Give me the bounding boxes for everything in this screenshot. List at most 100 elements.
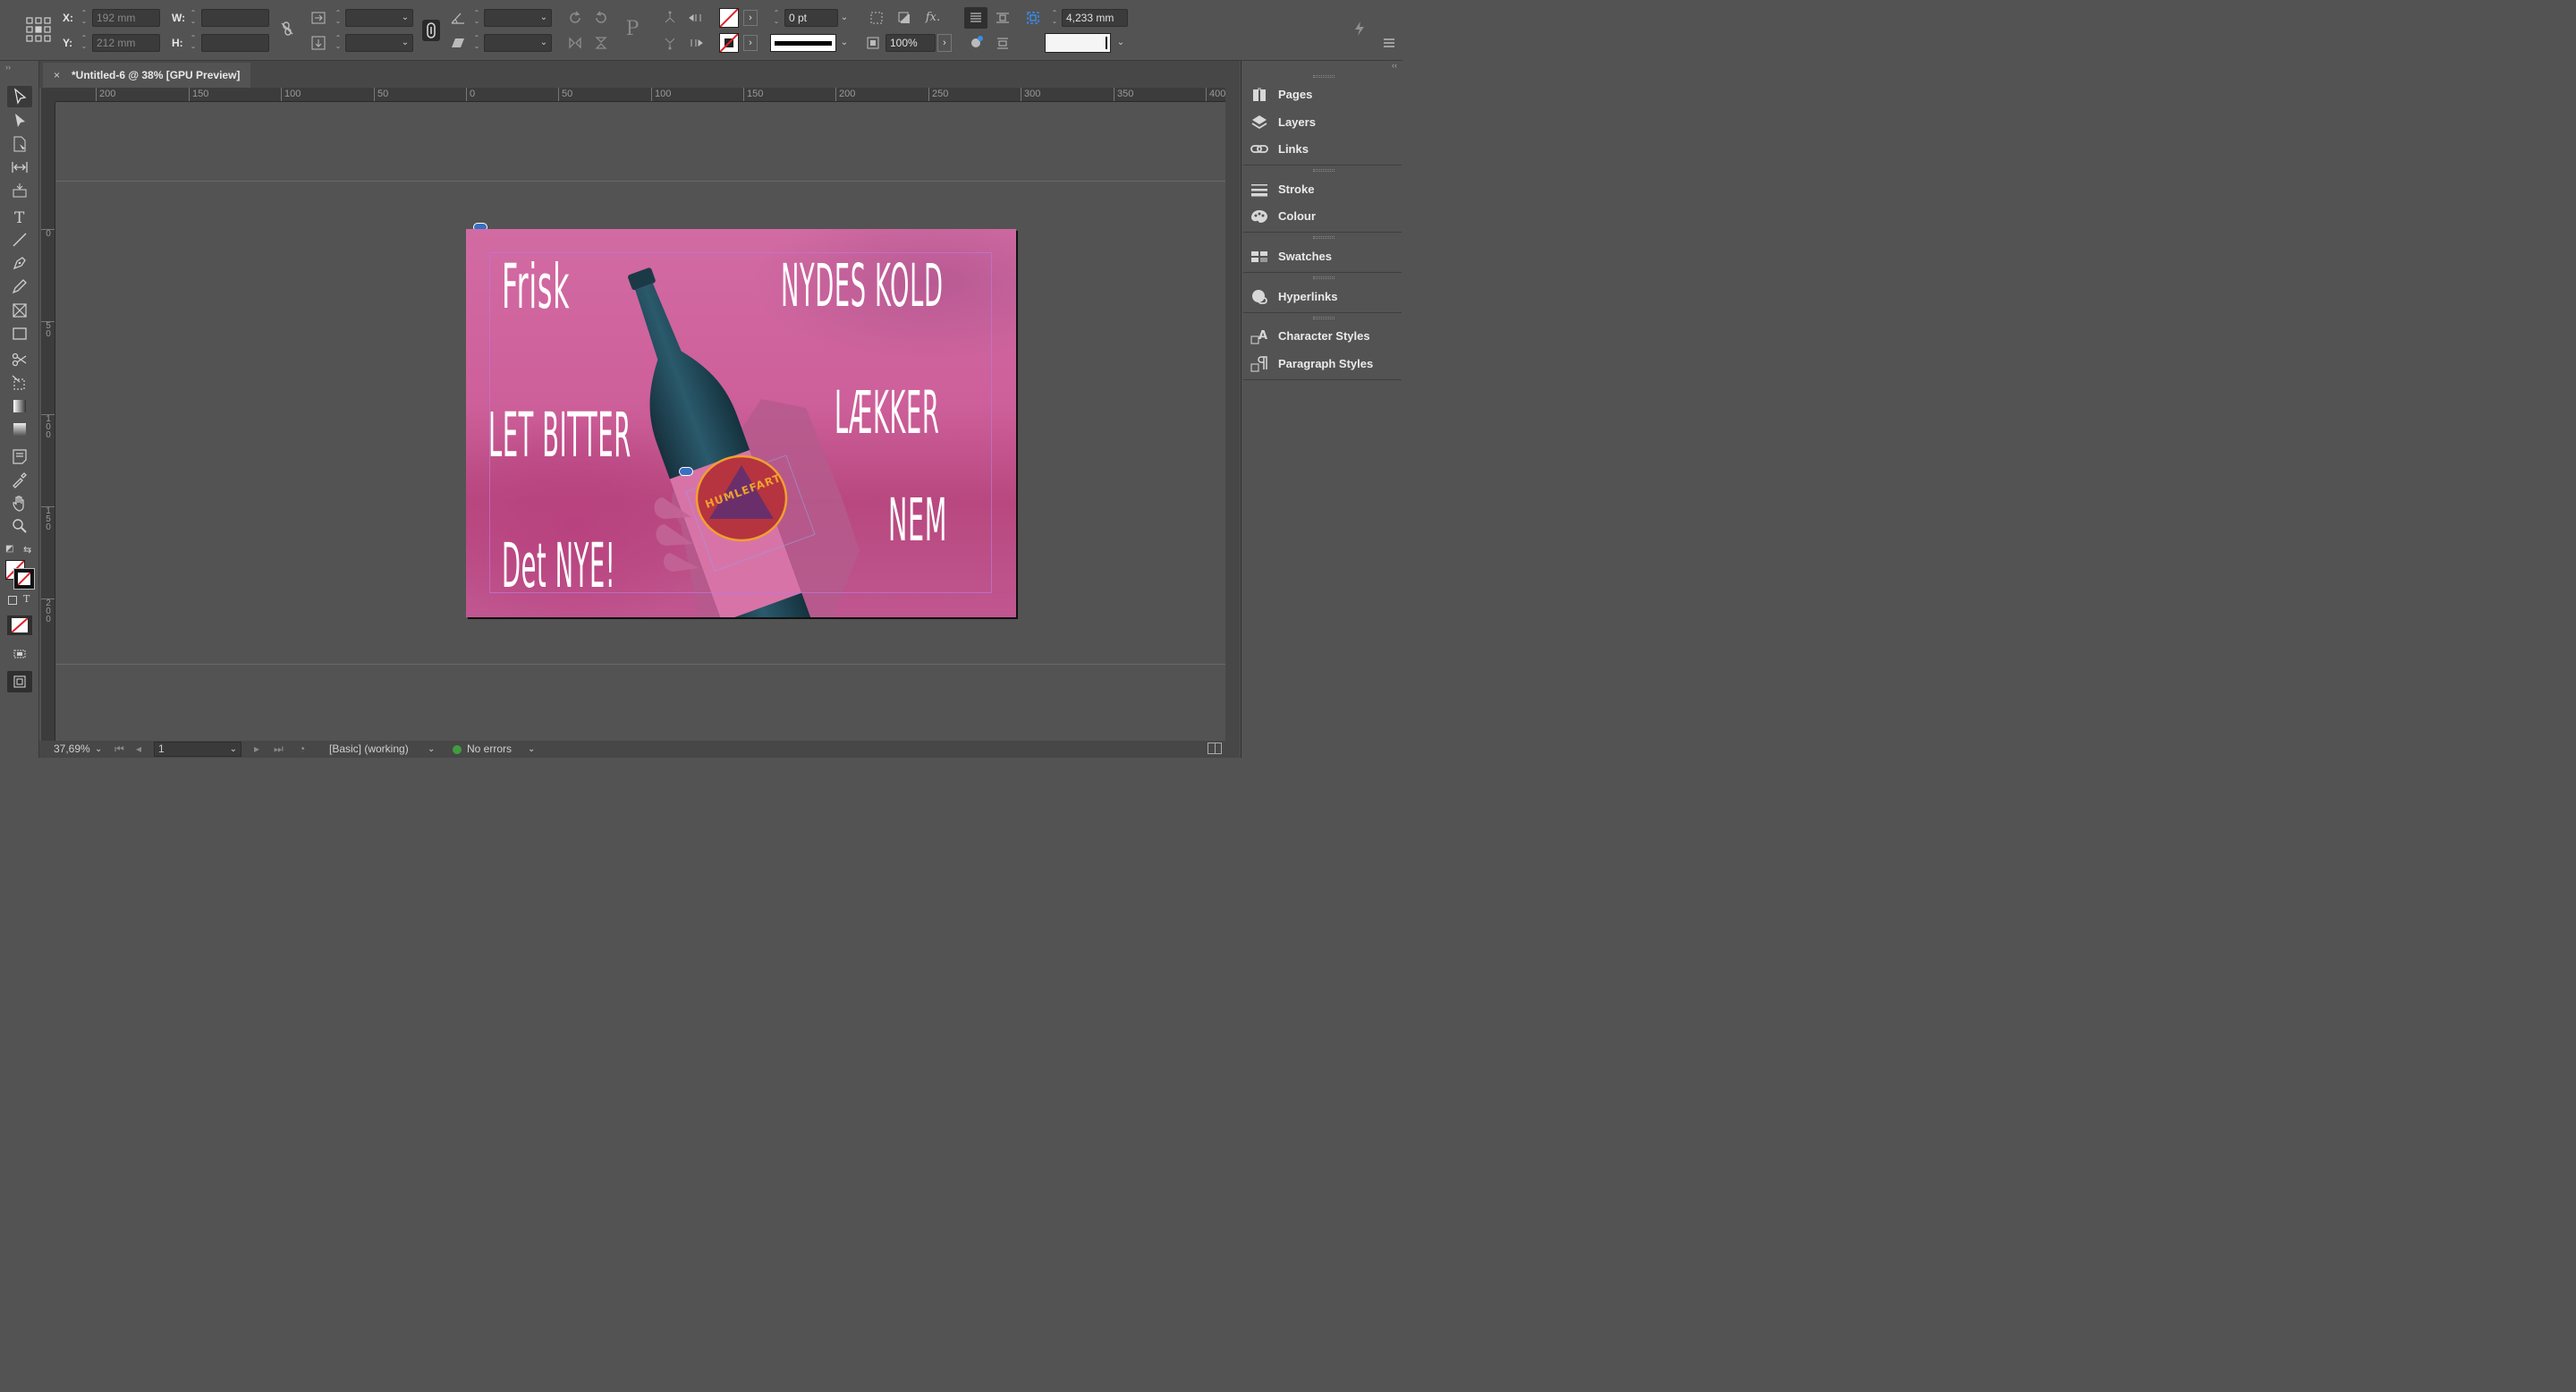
type-tool-icon[interactable]: T [7, 206, 32, 227]
rectangle-frame-tool-icon[interactable] [7, 300, 32, 321]
shear-dropdown-icon[interactable]: ⌄ [538, 34, 550, 52]
last-page-icon[interactable]: ⏭ [274, 741, 284, 758]
zoom-level[interactable]: 37,69% [54, 741, 90, 758]
default-colors-icon[interactable]: ◩ [5, 544, 13, 554]
panel-collapse-icon[interactable]: ‹‹ [1392, 61, 1397, 70]
panel-colour[interactable]: Colour [1250, 206, 1398, 227]
gradient-feather-tool-icon[interactable] [7, 419, 32, 440]
panel-swatches[interactable]: Swatches [1250, 246, 1398, 267]
panel-grip[interactable] [1313, 75, 1335, 78]
drop-shadow-icon[interactable] [895, 9, 913, 27]
preflight-profile[interactable]: [Basic] (working) [329, 741, 409, 758]
panel-grip[interactable] [1313, 169, 1335, 172]
headline-nydes-kold[interactable]: NYDES KOLD [781, 252, 944, 321]
apply-none-button[interactable] [7, 615, 32, 635]
stroke-swatch[interactable] [719, 33, 739, 53]
stroke-weight-field[interactable]: 0 pt [784, 9, 838, 27]
y-field[interactable]: 212 mm [92, 34, 160, 52]
page-dropdown-icon[interactable]: ⌄ [230, 743, 237, 756]
reference-point-icon[interactable] [25, 16, 52, 43]
rotation-stepper[interactable]: ⌃ ⌄ [471, 9, 482, 27]
lightning-icon[interactable] [1351, 20, 1368, 38]
align-center-icon[interactable] [994, 34, 1012, 52]
content-collector-tool-icon[interactable] [7, 180, 32, 201]
panel-grip[interactable] [1313, 236, 1335, 239]
free-transform-tool-icon[interactable] [7, 372, 32, 394]
headline-laekker[interactable]: LÆKKER [835, 379, 939, 448]
zoom-tool-icon[interactable] [7, 515, 32, 537]
h-field[interactable] [201, 34, 269, 52]
line-tool-icon[interactable] [7, 229, 32, 250]
scale-x-stepper[interactable]: ⌃ ⌄ [333, 9, 343, 27]
hand-tool-icon[interactable] [7, 492, 32, 514]
constrain-proportions-icon[interactable] [278, 20, 296, 38]
panel-pages[interactable]: Pages [1250, 84, 1398, 106]
flip-vertical-icon[interactable] [592, 34, 610, 52]
text-wrap-bounding-icon[interactable] [994, 9, 1012, 27]
panel-stroke[interactable]: Stroke [1250, 179, 1398, 200]
vertical-scrollbar[interactable] [1225, 88, 1240, 741]
previous-page-icon[interactable]: ◂ [136, 741, 141, 758]
panel-paragraph-styles[interactable]: Paragraph Styles [1250, 353, 1398, 375]
scale-x-dropdown-icon[interactable]: ⌄ [399, 9, 411, 27]
headline-det-nye[interactable]: Det NYE! [502, 531, 615, 602]
gutter-field[interactable]: 4,233 mm [1062, 9, 1128, 27]
rotate-counterclockwise-icon[interactable] [592, 9, 610, 27]
note-tool-icon[interactable] [7, 446, 32, 467]
swap-colors-icon[interactable]: ⇆ [23, 544, 31, 556]
fill-menu-button[interactable]: › [743, 10, 758, 26]
x-field[interactable]: 192 mm [92, 9, 160, 27]
gutter-stepper[interactable]: ⌃ ⌄ [1049, 9, 1060, 27]
stroke-type-dropdown-icon[interactable]: ⌄ [838, 34, 851, 52]
frame-fitting-icon[interactable] [868, 9, 886, 27]
select-container-icon[interactable] [661, 9, 679, 27]
scale-y-dropdown-icon[interactable]: ⌄ [399, 34, 411, 52]
stroke-weight-dropdown-icon[interactable]: ⌄ [838, 9, 851, 27]
select-previous-object-icon[interactable] [687, 9, 705, 27]
direct-selection-tool-icon[interactable] [7, 110, 32, 132]
toolbox-collapse-icon[interactable]: ›› [5, 63, 11, 72]
preview-mode-button[interactable] [7, 671, 32, 692]
panel-hyperlinks[interactable]: Hyperlinks [1250, 286, 1398, 308]
close-tab-icon[interactable]: × [54, 63, 60, 88]
eyedropper-tool-icon[interactable] [7, 469, 32, 490]
ruler-origin[interactable] [41, 88, 55, 102]
headline-frisk[interactable]: Frisk [502, 252, 570, 323]
text-wrap-none-button[interactable] [964, 7, 987, 29]
headline-nem[interactable]: NEM [888, 487, 947, 556]
pen-tool-icon[interactable] [7, 252, 32, 274]
stroke-type-preview[interactable] [770, 34, 836, 52]
flip-horizontal-icon[interactable] [566, 34, 584, 52]
rectangle-tool-icon[interactable] [7, 323, 32, 344]
formatting-text-icon[interactable]: T [23, 593, 30, 605]
gradient-swatch-tool-icon[interactable] [7, 395, 32, 417]
panel-layers[interactable]: Layers [1250, 112, 1398, 133]
horizontal-ruler[interactable]: 200 150 100 50 0 50 100 150 200 250 300 350 400 [55, 88, 1225, 102]
rotate-clockwise-icon[interactable] [566, 9, 584, 27]
rotation-dropdown-icon[interactable]: ⌄ [538, 9, 550, 27]
panel-links[interactable]: Links [1250, 139, 1398, 160]
document-tab[interactable]: × *Untitled-6 @ 38% [GPU Preview] [43, 63, 250, 88]
preflight-profile-dropdown-icon[interactable]: ⌄ [428, 741, 435, 758]
w-field[interactable] [201, 9, 269, 27]
frame-type-preview[interactable] [1045, 33, 1111, 53]
formatting-container-icon[interactable] [8, 596, 17, 605]
document-page[interactable]: HUMLEFART Frisk NYDES KOLD LET BITTER LÆ… [466, 229, 1016, 617]
opacity-menu-button[interactable]: › [937, 34, 952, 52]
scale-y-stepper[interactable]: ⌃ ⌄ [333, 34, 343, 52]
gap-tool-icon[interactable] [7, 157, 32, 178]
frame-type-dropdown-icon[interactable]: ⌄ [1114, 34, 1127, 52]
stroke-menu-button[interactable]: › [743, 35, 758, 51]
scale-link-button[interactable] [422, 20, 440, 41]
selection-tool-icon[interactable] [7, 86, 32, 107]
pencil-tool-icon[interactable] [7, 276, 32, 297]
headline-let-bitter[interactable]: LET BITTER [488, 401, 631, 471]
screen-mode-icon[interactable] [7, 643, 32, 665]
effects-fx-icon[interactable]: fx. [924, 9, 942, 27]
h-stepper[interactable]: ⌃ ⌄ [188, 34, 199, 52]
panel-grip[interactable] [1313, 317, 1335, 319]
first-page-icon[interactable]: ⏮ [114, 741, 124, 758]
panel-character-styles[interactable]: A Character Styles [1250, 326, 1398, 347]
opacity-field[interactable]: 100% [886, 34, 936, 52]
split-window-icon[interactable] [1208, 743, 1222, 754]
